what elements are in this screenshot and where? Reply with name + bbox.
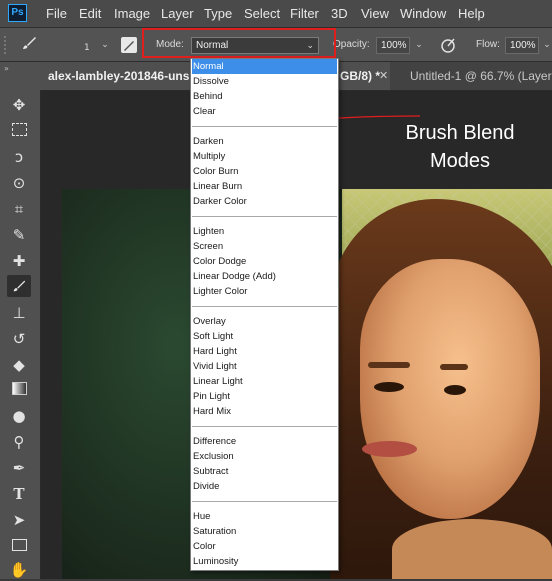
gradient-tool-icon[interactable] xyxy=(7,379,31,401)
marquee-tool-icon[interactable] xyxy=(7,120,31,142)
collapse-icon[interactable]: » xyxy=(4,64,9,73)
blend-mode-hue[interactable]: Hue xyxy=(192,509,337,524)
brush-tool-icon[interactable] xyxy=(7,275,31,297)
move-tool-icon[interactable]: ✥ xyxy=(7,94,31,116)
blend-mode-divide[interactable]: Divide xyxy=(192,479,337,494)
menu-type[interactable]: Type xyxy=(204,0,232,27)
dropdown-divider xyxy=(192,306,337,307)
tab-label-untitled: Untitled-1 @ 66.7% (Layer 6 xyxy=(410,69,552,83)
blend-mode-hard-mix[interactable]: Hard Mix xyxy=(192,404,337,419)
photo-brow-right xyxy=(440,364,468,370)
flow-field[interactable]: 100% xyxy=(505,37,539,54)
menu-view[interactable]: View xyxy=(361,0,389,27)
annotation-line-2: Modes xyxy=(429,150,491,172)
pen-tool-icon[interactable]: ✒ xyxy=(7,457,31,479)
menu-select[interactable]: Select xyxy=(244,0,280,27)
tab-untitled-1[interactable]: Untitled-1 @ 66.7% (Layer 6 xyxy=(406,62,552,90)
blend-mode-saturation[interactable]: Saturation xyxy=(192,524,337,539)
blend-mode-darker-color[interactable]: Darker Color xyxy=(192,194,337,209)
tab-document-active[interactable]: alex-lambley-201846-unspl... xyxy=(40,62,190,90)
eyedropper-tool-icon[interactable]: ✎ xyxy=(7,224,31,246)
grip-icon xyxy=(4,36,16,54)
pressure-opacity-icon[interactable] xyxy=(439,36,457,58)
blend-mode-overlay[interactable]: Overlay xyxy=(192,314,337,329)
close-tab-icon[interactable]: ✕ xyxy=(379,62,388,90)
blend-mode-hard-light[interactable]: Hard Light xyxy=(192,344,337,359)
blend-mode-linear-dodge[interactable]: Linear Dodge (Add) xyxy=(192,269,337,284)
eraser-tool-icon[interactable]: ◆ xyxy=(7,354,31,376)
menu-image[interactable]: Image xyxy=(114,0,150,27)
annotation-line-1: Brush Blend xyxy=(405,122,515,144)
blend-mode-dropdown: Normal Dissolve Behind Clear Darken Mult… xyxy=(190,58,339,571)
dropdown-divider xyxy=(192,501,337,502)
photo-brow-left xyxy=(368,362,410,368)
dropdown-divider xyxy=(192,426,337,427)
blur-tool-icon[interactable]: ● xyxy=(7,405,31,427)
dodge-tool-icon[interactable]: ⚲ xyxy=(7,431,31,453)
brush-size-value: 1 xyxy=(84,43,90,53)
tools-panel: » ✥ ↄ ⊙ ⌗ ✎ ✚ ⊥ ↺ ◆ ● ⚲ ✒ T ➤ ✋ xyxy=(0,62,41,579)
photo-eye-right xyxy=(444,385,466,395)
blend-mode-lighten[interactable]: Lighten xyxy=(192,224,337,239)
blend-mode-color-burn[interactable]: Color Burn xyxy=(192,164,337,179)
blend-mode-normal[interactable]: Normal xyxy=(192,59,337,74)
photo-shoulder xyxy=(392,519,552,579)
photoshop-logo: Ps xyxy=(8,4,27,22)
tab-label-suffix: GB/8) * xyxy=(340,69,381,83)
brush-preset-chevron-icon[interactable]: ⌄ xyxy=(98,37,112,53)
blend-mode-color-dodge[interactable]: Color Dodge xyxy=(192,254,337,269)
blend-mode-behind[interactable]: Behind xyxy=(192,89,337,104)
annotation-label: Brush Blend Modes xyxy=(395,119,525,175)
blend-mode-subtract[interactable]: Subtract xyxy=(192,464,337,479)
photo-eye-left xyxy=(374,382,404,392)
blend-mode-clear[interactable]: Clear xyxy=(192,104,337,119)
blend-mode-color[interactable]: Color xyxy=(192,539,337,554)
flow-label: Flow: xyxy=(476,39,500,50)
hand-tool-icon[interactable]: ✋ xyxy=(7,559,31,581)
brush-panel-icon[interactable] xyxy=(121,37,137,53)
blend-mode-linear-burn[interactable]: Linear Burn xyxy=(192,179,337,194)
stamp-tool-icon[interactable]: ⊥ xyxy=(7,302,31,324)
healing-tool-icon[interactable]: ✚ xyxy=(7,250,31,272)
blend-mode-screen[interactable]: Screen xyxy=(192,239,337,254)
blend-mode-multiply[interactable]: Multiply xyxy=(192,149,337,164)
menu-window[interactable]: Window xyxy=(400,0,446,27)
blend-mode-linear-light[interactable]: Linear Light xyxy=(192,374,337,389)
crop-tool-icon[interactable]: ⌗ xyxy=(7,198,31,220)
menu-help[interactable]: Help xyxy=(458,0,485,27)
lasso-tool-icon[interactable]: ↄ xyxy=(7,146,31,168)
menu-3d[interactable]: 3D xyxy=(331,0,348,27)
blend-mode-difference[interactable]: Difference xyxy=(192,434,337,449)
tab-label: alex-lambley-201846-unspl... xyxy=(48,69,190,83)
path-select-tool-icon[interactable]: ➤ xyxy=(7,509,31,531)
blend-mode-dissolve[interactable]: Dissolve xyxy=(192,74,337,89)
blend-mode-pin-light[interactable]: Pin Light xyxy=(192,389,337,404)
history-brush-tool-icon[interactable]: ↺ xyxy=(7,328,31,350)
dropdown-divider xyxy=(192,126,337,127)
blend-mode-darken[interactable]: Darken xyxy=(192,134,337,149)
menu-filter[interactable]: Filter xyxy=(290,0,319,27)
menu-file[interactable]: File xyxy=(46,0,67,27)
brush-preset-icon[interactable] xyxy=(20,34,38,56)
type-tool-icon[interactable]: T xyxy=(7,483,31,505)
quick-select-tool-icon[interactable]: ⊙ xyxy=(7,172,31,194)
blend-mode-vivid-light[interactable]: Vivid Light xyxy=(192,359,337,374)
menu-bar: Ps File Edit Image Layer Type Select Fil… xyxy=(0,0,552,28)
opacity-label: Opacity: xyxy=(333,39,370,50)
blend-mode-soft-light[interactable]: Soft Light xyxy=(192,329,337,344)
photo-lips xyxy=(362,441,417,457)
flow-chevron-icon[interactable]: ⌄ xyxy=(540,37,552,53)
dropdown-divider xyxy=(192,216,337,217)
rectangle-tool-icon[interactable] xyxy=(7,535,31,557)
menu-edit[interactable]: Edit xyxy=(79,0,101,27)
menu-layer[interactable]: Layer xyxy=(161,0,194,27)
opacity-field[interactable]: 100% xyxy=(376,37,410,54)
opacity-chevron-icon[interactable]: ⌄ xyxy=(412,37,426,53)
blend-mode-luminosity[interactable]: Luminosity xyxy=(192,554,337,569)
mode-highlight-box xyxy=(142,28,336,58)
blend-mode-lighter-color[interactable]: Lighter Color xyxy=(192,284,337,299)
blend-mode-exclusion[interactable]: Exclusion xyxy=(192,449,337,464)
